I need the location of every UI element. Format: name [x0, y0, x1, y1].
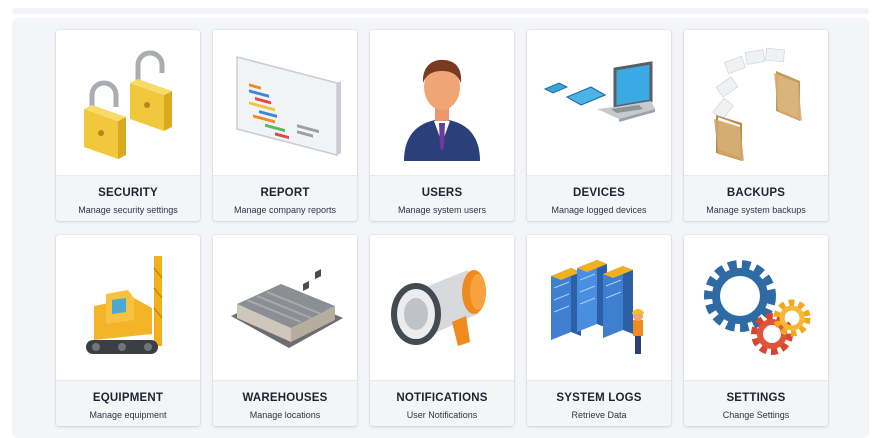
- tile-subtitle: Manage company reports: [233, 205, 337, 215]
- user-avatar-icon: [404, 59, 480, 161]
- tile-subtitle: Manage security settings: [78, 205, 178, 215]
- tile-title: USERS: [421, 187, 463, 199]
- tile-art: [370, 30, 514, 175]
- tile-subtitle: Manage system backups: [706, 205, 806, 215]
- tile-subtitle: Change Settings: [722, 410, 790, 420]
- tile-art: [213, 235, 357, 380]
- top-bar: [12, 8, 869, 14]
- tile-caption: EQUIPMENT Manage equipment: [56, 380, 200, 426]
- tile-subtitle: Retrieve Data: [571, 410, 627, 420]
- tile-title: BACKUPS: [726, 187, 786, 199]
- tile-title: WAREHOUSES: [242, 392, 328, 404]
- tile-art: [56, 235, 200, 380]
- tile-art: [527, 30, 671, 175]
- padlock-icon: [84, 50, 172, 159]
- tile-title: EQUIPMENT: [92, 392, 164, 404]
- tile-caption: SECURITY Manage security settings: [56, 175, 200, 221]
- tile-notifications[interactable]: NOTIFICATIONS User Notifications: [370, 235, 514, 426]
- devices-icon: [543, 60, 655, 122]
- tile-caption: NOTIFICATIONS User Notifications: [370, 380, 514, 426]
- module-grid: SECURITY Manage security settings REPORT…: [56, 30, 828, 426]
- tile-title: DEVICES: [573, 187, 625, 199]
- tile-report[interactable]: REPORT Manage company reports: [213, 30, 357, 221]
- report-board-icon: [236, 55, 341, 156]
- tile-caption: BACKUPS Manage system backups: [684, 175, 828, 221]
- tile-subtitle: Manage system users: [397, 205, 487, 215]
- tile-caption: USERS Manage system users: [370, 175, 514, 221]
- tile-caption: DEVICES Manage logged devices: [527, 175, 671, 221]
- tile-caption: WAREHOUSES Manage locations: [213, 380, 357, 426]
- tile-subtitle: Manage equipment: [89, 410, 167, 420]
- tile-art: [213, 30, 357, 175]
- gears-icon: [704, 259, 811, 355]
- drilling-rig-icon: [86, 255, 163, 354]
- tile-users[interactable]: USERS Manage system users: [370, 30, 514, 221]
- tile-art: [684, 235, 828, 380]
- tile-art: [56, 30, 200, 175]
- tile-art: [527, 235, 671, 380]
- tile-art: [684, 30, 828, 175]
- tile-caption: REPORT Manage company reports: [213, 175, 357, 221]
- tile-title: SYSTEM LOGS: [556, 392, 642, 404]
- backup-folders-icon: [712, 47, 802, 161]
- tile-caption: SETTINGS Change Settings: [684, 380, 828, 426]
- tile-devices[interactable]: DEVICES Manage logged devices: [527, 30, 671, 221]
- tile-title: REPORT: [260, 187, 310, 199]
- tile-equipment[interactable]: EQUIPMENT Manage equipment: [56, 235, 200, 426]
- tile-caption: SYSTEM LOGS Retrieve Data: [527, 380, 671, 426]
- tile-subtitle: Manage logged devices: [551, 205, 647, 215]
- warehouse-icon: [231, 268, 343, 348]
- tile-title: SECURITY: [98, 187, 158, 199]
- megaphone-icon: [391, 269, 486, 346]
- tile-system-logs[interactable]: SYSTEM LOGS Retrieve Data: [527, 235, 671, 426]
- tile-settings[interactable]: SETTINGS Change Settings: [684, 235, 828, 426]
- tile-security[interactable]: SECURITY Manage security settings: [56, 30, 200, 221]
- tile-title: NOTIFICATIONS: [396, 392, 488, 404]
- tile-subtitle: Manage locations: [249, 410, 321, 420]
- tile-backups[interactable]: BACKUPS Manage system backups: [684, 30, 828, 221]
- server-racks-icon: [551, 259, 644, 354]
- tile-art: [370, 235, 514, 380]
- tile-title: SETTINGS: [726, 392, 786, 404]
- tile-subtitle: User Notifications: [406, 410, 478, 420]
- tile-warehouses[interactable]: WAREHOUSES Manage locations: [213, 235, 357, 426]
